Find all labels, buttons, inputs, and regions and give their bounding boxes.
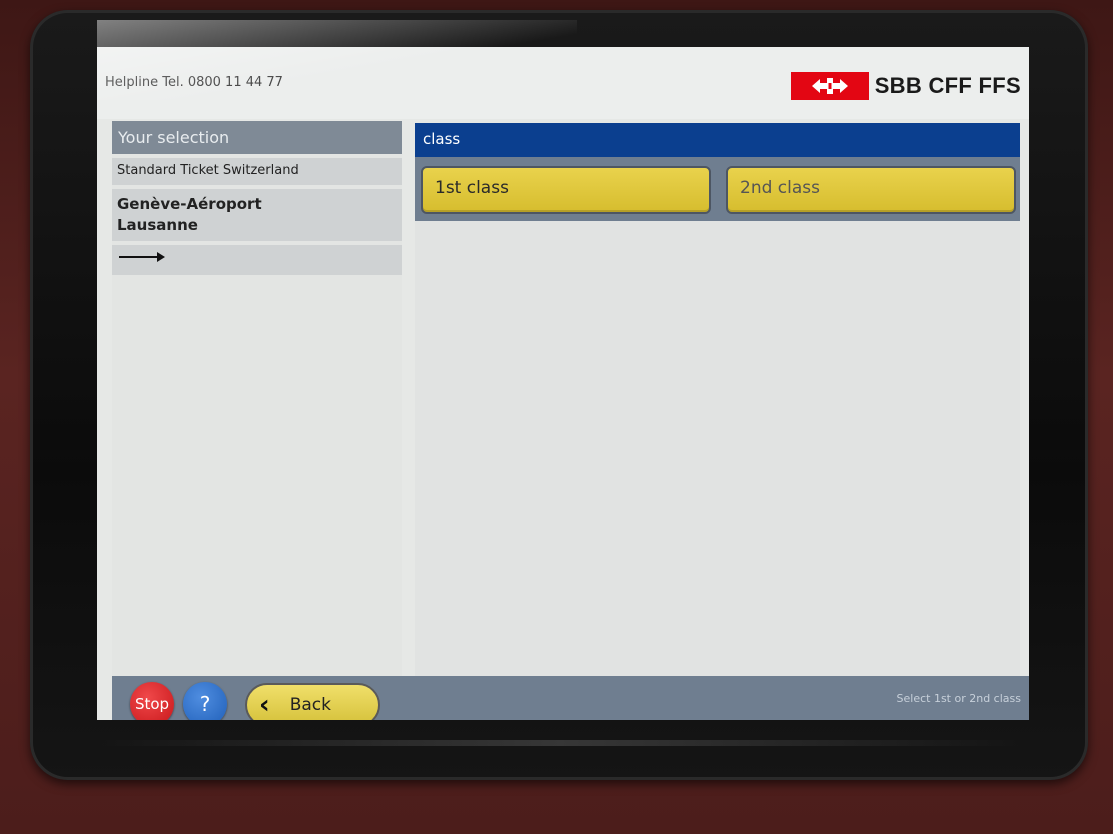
route: Genève-Aéroport Lausanne [112, 189, 402, 241]
content-area [415, 221, 1020, 676]
kiosk-screen: Helpline Tel. 0800 11 44 77 SBB CFF FFS … [97, 47, 1029, 720]
route-to: Lausanne [117, 216, 198, 234]
second-class-button[interactable]: 2nd class [726, 166, 1016, 214]
ticket-type: Standard Ticket Switzerland [112, 158, 402, 185]
first-class-button[interactable]: 1st class [421, 166, 711, 214]
swiss-cross-arrows-icon [790, 72, 869, 100]
chevron-left-icon: ‹ [259, 690, 270, 720]
arrow-right-icon [119, 252, 165, 262]
status-message: Select 1st or 2nd class [896, 692, 1021, 705]
logo-text: SBB CFF FFS [874, 73, 1021, 98]
class-options: 1st class 2nd class [415, 157, 1020, 221]
helpline-text: Helpline Tel. 0800 11 44 77 [105, 75, 283, 90]
sbb-logo: SBB CFF FFS [790, 71, 1021, 101]
back-label: Back [289, 695, 331, 715]
stop-button[interactable]: Stop [130, 682, 174, 720]
help-button[interactable]: ? [183, 682, 227, 720]
selection-title: Your selection [112, 121, 402, 154]
back-button[interactable]: ‹ Back [245, 683, 380, 720]
footer-bar: Stop ? ‹ Back Select 1st or 2nd class [112, 676, 1029, 720]
bezel-reflection [95, 740, 1025, 746]
header: Helpline Tel. 0800 11 44 77 SBB CFF FFS [97, 47, 1029, 119]
route-from: Genève-Aéroport [117, 195, 262, 213]
class-header: class [415, 123, 1020, 157]
selection-panel: Your selection Standard Ticket Switzerla… [112, 121, 402, 676]
direction-row [112, 245, 402, 275]
